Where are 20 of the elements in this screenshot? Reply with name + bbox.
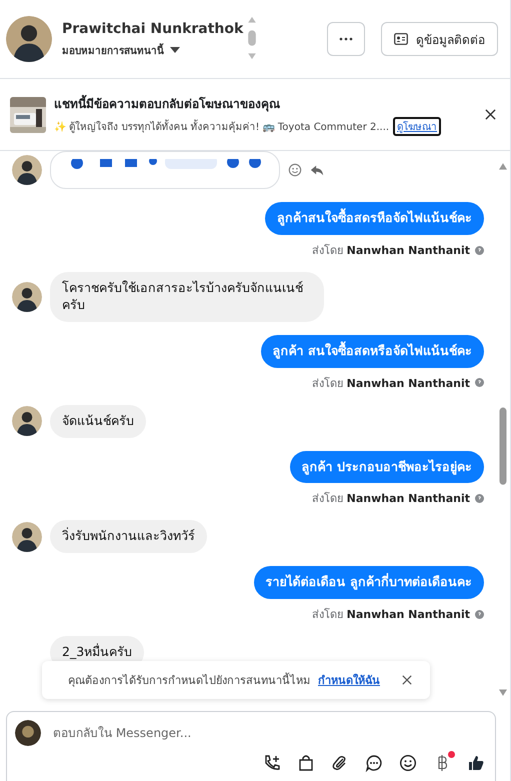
contact-name: Prawitchai Nunkrathok [62, 20, 244, 36]
sent-message: ลูกค้า สนใจซื้อสดหรือจัดไฟแน้นช์คะ [260, 334, 484, 368]
sent-message: ลูกค้า ประกอบอาชีพอะไรอยู่คะ [290, 450, 484, 484]
sent-by-label: ส่งโดย Nanwhan Nanthanit [312, 607, 470, 624]
received-message: จัดแน้นช์ครับ [50, 404, 146, 438]
received-message: โคราชครับใช้เอกสารอะไรบ้างครับจักแนเนช์ครับ [50, 272, 324, 322]
assign-dropdown[interactable]: มอบหมายการสนทนานี้ [62, 42, 244, 58]
assign-question: คุณต้องการได้รับการกำหนดไปยังการสนทนานี้ไหม [68, 672, 310, 689]
sent-by-label: ส่งโดย Nanwhan Nanthanit [312, 243, 470, 259]
ad-description: ✨ ตู้ใหญ่ใจถึง บรรทุกได้ทั้งคน ทั้งความคุ้มค่า! 🚌 Toyota Commuter 2.... [54, 118, 390, 134]
ad-notice-title: แชทนี้มีข้อความตอบกลับต่อโฆษณาของคุณ [54, 94, 281, 112]
sent-message: รายได้ต่อเดือน ลูกค้ากี่บาทต่อเดือนคะ [254, 566, 484, 600]
assign-to-me-link[interactable]: กำหนดให้ฉัน [318, 671, 380, 689]
received-message: วิ่งรับพนักงานและวิงทวัร์ [50, 520, 207, 554]
reply-box[interactable]: ตอบกลับใน Messenger... [6, 711, 496, 781]
contact-info-button[interactable]: ดูข้อมูลติดต่อ [381, 22, 498, 56]
sent-by-label: ส่งโดย Nanwhan Nanthanit [312, 376, 470, 392]
sent-by-label: ส่งโดย Nanwhan Nanthanit [312, 491, 470, 508]
sent-message: ลูกค้าสนใจซื้อสดรหือจัดไฟแน้นช์คะ [265, 202, 484, 235]
view-ad-link[interactable]: ดูโฆษณา [393, 116, 442, 136]
